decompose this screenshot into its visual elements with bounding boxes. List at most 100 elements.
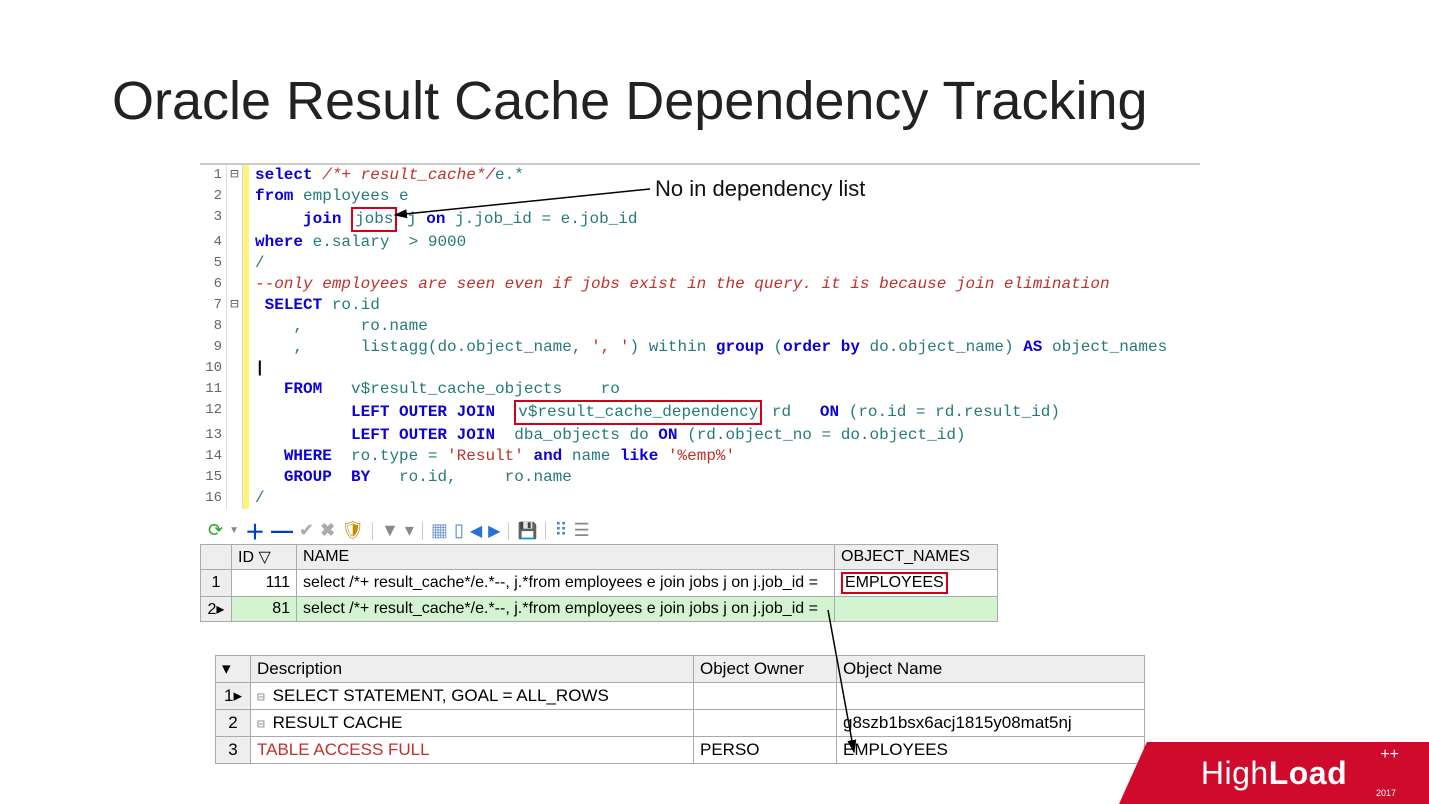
code-line: , listagg(do.object_name, ', ') within g… bbox=[249, 337, 1167, 358]
col-id[interactable]: ID ▽ bbox=[232, 545, 297, 570]
fold-gutter bbox=[226, 446, 243, 467]
filter-icon[interactable]: ▼ bbox=[381, 520, 399, 541]
col-rownum: ▾ bbox=[216, 656, 251, 683]
code-line: SELECT ro.id bbox=[249, 295, 380, 316]
tools-icon[interactable]: ⠿ bbox=[554, 520, 567, 541]
line-number: 11 bbox=[200, 379, 226, 400]
cell-description[interactable]: ⊟ RESULT CACHE bbox=[251, 710, 694, 737]
table-row[interactable]: 1▸ ⊟ SELECT STATEMENT, GOAL = ALL_ROWS bbox=[216, 683, 1145, 710]
fold-icon[interactable]: ⊟ bbox=[226, 165, 243, 186]
result-toolbar: ⟳ ▼ ＋ — ✔ ✖ 🛡 ▼ ▾ ▦ ▯ ◀ ▶ 💾 ⠿ ☰ bbox=[208, 516, 590, 545]
highload-logo: HighLoad ++ 2017 bbox=[1119, 742, 1429, 804]
cell-name[interactable]: select /*+ result_cache*/e.*--, j.*from … bbox=[297, 597, 835, 622]
row-number: 1 bbox=[201, 570, 232, 597]
line-number: 10 bbox=[200, 358, 226, 379]
logo-plusplus: ++ bbox=[1380, 746, 1399, 764]
table-row[interactable]: 2▸ 81 select /*+ result_cache*/e.*--, j.… bbox=[201, 597, 998, 622]
cell-object-names[interactable] bbox=[835, 597, 998, 622]
code-line: LEFT OUTER JOIN dba_objects do ON (rd.ob… bbox=[249, 425, 966, 446]
fold-gutter bbox=[226, 186, 243, 207]
fold-gutter bbox=[226, 425, 243, 446]
fold-gutter bbox=[226, 232, 243, 253]
annotation-text: No in dependency list bbox=[655, 176, 865, 202]
line-number: 3 bbox=[200, 207, 226, 232]
row-number: 3 bbox=[216, 737, 251, 764]
cell-description[interactable]: ⊟ SELECT STATEMENT, GOAL = ALL_ROWS bbox=[251, 683, 694, 710]
line-number: 16 bbox=[200, 488, 226, 509]
dropdown-icon[interactable]: ▼ bbox=[229, 525, 239, 536]
fold-gutter bbox=[226, 358, 243, 379]
table-row[interactable]: 3 TABLE ACCESS FULL PERSO EMPLOYEES bbox=[216, 737, 1145, 764]
col-object-name[interactable]: Object Name bbox=[837, 656, 1145, 683]
list-icon[interactable]: ☰ bbox=[574, 520, 590, 541]
code-line: --only employees are seen even if jobs e… bbox=[249, 274, 1110, 295]
col-description[interactable]: Description bbox=[251, 656, 694, 683]
col-object-names[interactable]: OBJECT_NAMES bbox=[835, 545, 998, 570]
line-number: 15 bbox=[200, 467, 226, 488]
code-line: / bbox=[249, 488, 265, 509]
cell-name[interactable]: select /*+ result_cache*/e.*--, j.*from … bbox=[297, 570, 835, 597]
prev-icon[interactable]: ◀ bbox=[470, 521, 482, 541]
code-line: join jobs j on j.job_id = e.job_id bbox=[249, 207, 637, 232]
cell-id[interactable]: 111 bbox=[232, 570, 297, 597]
fold-gutter bbox=[226, 207, 243, 232]
line-number: 2 bbox=[200, 186, 226, 207]
line-number: 13 bbox=[200, 425, 226, 446]
line-number: 12 bbox=[200, 400, 226, 425]
delete-row-icon[interactable]: — bbox=[271, 518, 293, 544]
line-number: 14 bbox=[200, 446, 226, 467]
code-line: LEFT OUTER JOIN v$result_cache_dependenc… bbox=[249, 400, 1060, 425]
logo-text: High bbox=[1201, 755, 1269, 792]
table-row[interactable]: 1 111 select /*+ result_cache*/e.*--, j.… bbox=[201, 570, 998, 597]
commit-icon[interactable]: ✔ bbox=[299, 520, 314, 541]
fold-gutter bbox=[226, 467, 243, 488]
cell-owner[interactable]: PERSO bbox=[694, 737, 837, 764]
table-header-row: ▾ Description Object Owner Object Name bbox=[216, 656, 1145, 683]
logo-year: 2017 bbox=[1376, 788, 1396, 798]
export-icon[interactable]: 💾 bbox=[517, 521, 537, 541]
fold-icon[interactable]: ⊟ bbox=[226, 295, 243, 316]
fold-gutter bbox=[226, 316, 243, 337]
col-object-owner[interactable]: Object Owner bbox=[694, 656, 837, 683]
highlight-jobs: jobs bbox=[351, 207, 397, 232]
rollback-icon[interactable]: ✖ bbox=[320, 520, 335, 541]
single-record-icon[interactable]: ▯ bbox=[454, 520, 464, 541]
cell-id[interactable]: 81 bbox=[232, 597, 297, 622]
col-name[interactable]: NAME bbox=[297, 545, 835, 570]
line-number: 8 bbox=[200, 316, 226, 337]
row-number: 2▸ bbox=[201, 597, 232, 622]
cell-owner[interactable] bbox=[694, 710, 837, 737]
refresh-icon[interactable]: ⟳ bbox=[208, 520, 223, 541]
slide-title: Oracle Result Cache Dependency Tracking bbox=[112, 70, 1148, 132]
cell-owner[interactable] bbox=[694, 683, 837, 710]
execution-plan-grid[interactable]: ▾ Description Object Owner Object Name 1… bbox=[215, 655, 1145, 764]
cell-objname[interactable]: g8szb1bsx6acj1815y08mat5nj bbox=[837, 710, 1145, 737]
next-icon[interactable]: ▶ bbox=[488, 521, 500, 541]
cell-description[interactable]: TABLE ACCESS FULL bbox=[251, 737, 694, 764]
line-number: 9 bbox=[200, 337, 226, 358]
highlight-employees: EMPLOYEES bbox=[841, 572, 948, 594]
line-number: 5 bbox=[200, 253, 226, 274]
table-row[interactable]: 2 ⊟ RESULT CACHE g8szb1bsx6acj1815y08mat… bbox=[216, 710, 1145, 737]
code-line: | bbox=[249, 358, 265, 379]
row-number: 1▸ bbox=[216, 683, 251, 710]
fold-gutter bbox=[226, 379, 243, 400]
add-row-icon[interactable]: ＋ bbox=[245, 516, 265, 545]
filter2-icon[interactable]: ▾ bbox=[405, 520, 414, 541]
col-rownum bbox=[201, 545, 232, 570]
code-line: where e.salary > 9000 bbox=[249, 232, 466, 253]
grid-icon[interactable]: ▦ bbox=[431, 520, 448, 541]
lock-icon[interactable]: 🛡 bbox=[341, 520, 364, 541]
code-line: / bbox=[249, 253, 265, 274]
highlight-dependency-view: v$result_cache_dependency bbox=[514, 400, 762, 425]
result-grid[interactable]: ID ▽ NAME OBJECT_NAMES 1 111 select /*+ … bbox=[200, 544, 998, 622]
line-number: 1 bbox=[200, 165, 226, 186]
cell-objname[interactable]: EMPLOYEES bbox=[837, 737, 1145, 764]
table-header-row: ID ▽ NAME OBJECT_NAMES bbox=[201, 545, 998, 570]
code-line: WHERE ro.type = 'Result' and name like '… bbox=[249, 446, 735, 467]
fold-gutter bbox=[226, 337, 243, 358]
cell-objname[interactable] bbox=[837, 683, 1145, 710]
fold-gutter bbox=[226, 253, 243, 274]
line-number: 4 bbox=[200, 232, 226, 253]
cell-object-names[interactable]: EMPLOYEES bbox=[835, 570, 998, 597]
